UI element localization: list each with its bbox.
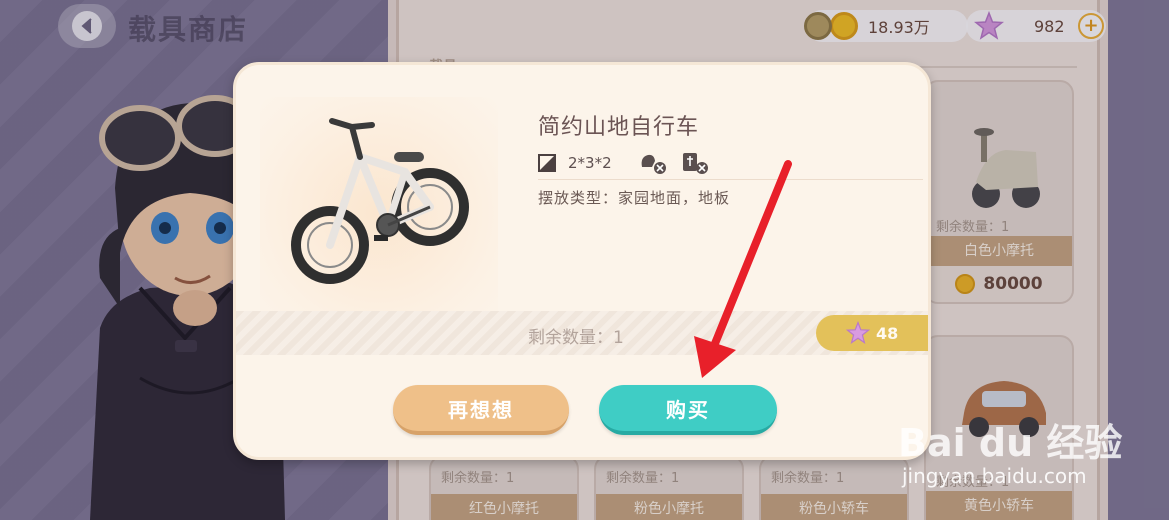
watermark: Bai du 经验 jingyan.baidu.com	[898, 392, 1138, 502]
no-interact-icon	[641, 154, 666, 174]
bicycle-icon	[291, 118, 469, 284]
size-icon	[538, 154, 556, 172]
purchase-dialog: 简约山地自行车 2*3*2 摆放类型：家园地面，地板 剩余数量：1 48 再想想…	[233, 62, 931, 460]
item-name: 简约山地自行车	[538, 115, 700, 140]
item-preview	[260, 97, 498, 329]
price-tag: 48	[816, 315, 928, 351]
buy-button[interactable]: 购买	[599, 385, 777, 435]
star-icon	[846, 321, 870, 345]
remaining-count: 剩余数量：1	[528, 328, 624, 348]
watermark-url: jingyan.baidu.com	[902, 464, 1087, 488]
annotation-arrow-icon	[694, 160, 792, 378]
cancel-button[interactable]: 再想想	[393, 385, 569, 435]
size-value: 2*3*2	[568, 154, 612, 172]
price-value: 48	[876, 323, 899, 343]
watermark-brand: Bai du 经验	[898, 421, 1123, 465]
